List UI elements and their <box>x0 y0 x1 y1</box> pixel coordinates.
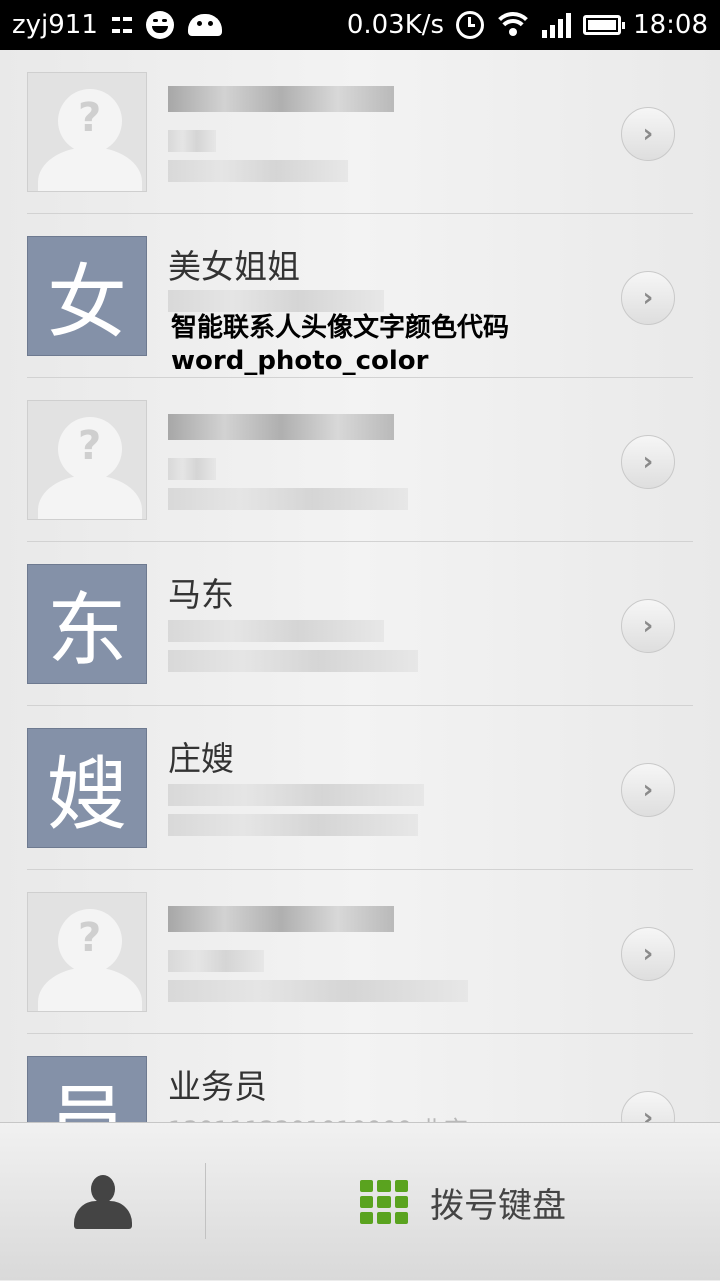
chevron-right-icon[interactable]: › <box>621 435 675 489</box>
annotation-text: 智能联系人头像文字颜色代码 word_photo_color <box>171 312 509 378</box>
bottom-bar: 拨号键盘 <box>0 1122 720 1280</box>
blurred-detail <box>168 784 424 806</box>
contact-row[interactable]: ? › <box>0 870 720 1034</box>
default-avatar-icon: ? <box>27 72 147 192</box>
blurred-detail <box>168 650 418 672</box>
chevron-right-icon[interactable]: › <box>621 1091 675 1122</box>
blurred-detail <box>168 980 468 1002</box>
chevron-right-icon[interactable]: › <box>621 107 675 161</box>
blurred-detail <box>168 160 348 182</box>
dialpad-label: 拨号键盘 <box>430 1185 566 1226</box>
word-avatar: 员 <box>27 1056 147 1122</box>
clock: 18:08 <box>633 10 708 40</box>
person-icon <box>73 1175 132 1229</box>
chevron-right-icon[interactable]: › <box>621 599 675 653</box>
contact-row[interactable]: ? › <box>0 50 720 214</box>
wifi-icon <box>496 12 531 38</box>
contact-name: 业务员 <box>168 1067 267 1106</box>
contacts-button[interactable] <box>0 1123 205 1281</box>
contact-name: 庄嫂 <box>168 739 234 778</box>
alarm-icon <box>456 11 485 39</box>
network-speed: 0.03K/s <box>346 10 445 40</box>
qr-app-icon <box>111 15 132 35</box>
contact-list[interactable]: ? › 女 美女姐姐 › ? › 东 马东 › 嫂 庄嫂 › ? › 业务员 ›… <box>0 50 720 1122</box>
contact-row[interactable]: ? › <box>0 378 720 542</box>
contact-row[interactable]: 东 马东 › <box>0 542 720 706</box>
smiley-icon <box>145 11 174 39</box>
blurred-name <box>168 906 394 932</box>
blurred-detail <box>168 130 216 152</box>
android-icon <box>187 14 222 36</box>
blurred-detail <box>168 620 384 642</box>
annotation-line-1: 智能联系人头像文字颜色代码 <box>171 313 510 343</box>
default-avatar-icon: ? <box>27 400 147 520</box>
word-avatar: 女 <box>27 236 147 356</box>
status-username: zyj911 <box>12 10 98 40</box>
chevron-right-icon[interactable]: › <box>621 763 675 817</box>
contact-detail: 1301112201010000 北京 <box>168 1110 468 1122</box>
blurred-detail <box>168 290 384 312</box>
chevron-right-icon[interactable]: › <box>621 927 675 981</box>
contact-row[interactable]: 员 业务员 1301112201010000 北京 › <box>0 1034 720 1122</box>
word-avatar: 嫂 <box>27 728 147 848</box>
word-avatar: 东 <box>27 564 147 684</box>
status-bar: zyj911 0.03K/s 18:08 <box>0 0 720 50</box>
dialpad-grid-icon <box>360 1180 408 1224</box>
contact-row[interactable]: 嫂 庄嫂 › <box>0 706 720 870</box>
default-avatar-icon: ? <box>27 892 147 1012</box>
blurred-name <box>168 414 394 440</box>
blurred-detail <box>168 950 264 972</box>
contact-name: 马东 <box>168 575 234 614</box>
contact-name: 美女姐姐 <box>168 247 300 286</box>
blurred-detail <box>168 814 418 836</box>
battery-icon <box>583 15 626 35</box>
blurred-name <box>168 86 394 112</box>
blurred-detail <box>168 488 408 510</box>
dialpad-button[interactable]: 拨号键盘 <box>206 1123 720 1281</box>
annotation-line-2: word_photo_color <box>171 346 429 376</box>
chevron-right-icon[interactable]: › <box>621 271 675 325</box>
blurred-detail <box>168 458 216 480</box>
signal-icon <box>542 12 572 38</box>
